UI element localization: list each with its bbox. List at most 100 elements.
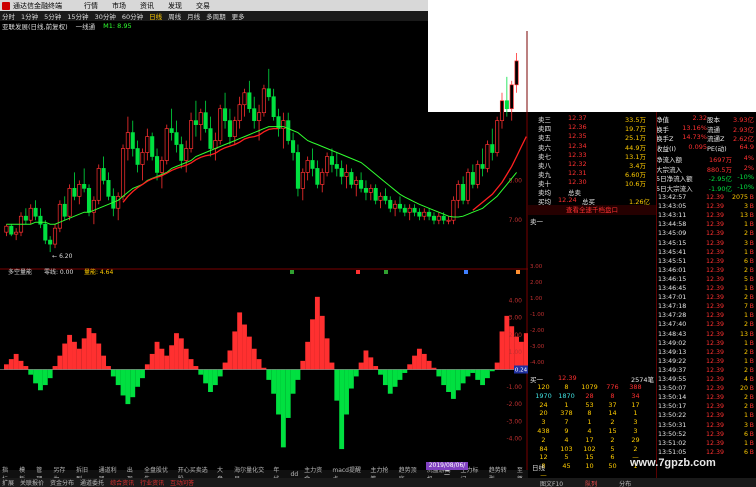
cursor-date-label: 2019/08/06/二 [426, 462, 468, 477]
event-marker-icon[interactable] [356, 270, 360, 274]
candle-body [261, 88, 266, 114]
candle-body [135, 148, 140, 165]
event-marker-icon[interactable] [516, 270, 520, 274]
total-sell-label: 总卖 [568, 189, 581, 197]
tick-volume: 1 [743, 285, 748, 292]
candle-body [514, 60, 519, 86]
menu-item[interactable]: 市场 [112, 1, 126, 11]
queue-cell: 45 [562, 462, 571, 471]
osc-bar [426, 360, 432, 370]
period-tab[interactable]: 月线 [187, 11, 200, 21]
panel-row: 13:47:18 12.39 7 B [658, 303, 756, 312]
full-depth-link[interactable]: 查看全速千档盘口 [528, 205, 656, 215]
period-tab[interactable]: 周线 [168, 11, 181, 21]
tick-side: B [749, 348, 754, 356]
tick-price: 12.39 [705, 376, 724, 383]
queue-cell: 3 [633, 418, 638, 427]
candle-body [456, 184, 461, 201]
tick-side: B [749, 275, 754, 283]
panel-row: 24 1 53 37 17 [532, 401, 656, 410]
kline-chart[interactable]: 7.00 8.00 ← 6.20 多空量能 零线: 0.00 量能: 4.64 4.00 3.… [0, 31, 528, 470]
period-tab[interactable]: 60分钟 [122, 11, 143, 21]
ask-volume: 3.4万 [629, 162, 646, 170]
candle-body [305, 160, 310, 173]
function-tab[interactable]: 资金分布 [50, 478, 74, 487]
queue-cell: 34 [631, 391, 640, 400]
candle-body [48, 239, 53, 245]
function-tab[interactable]: 综合资讯 [110, 478, 134, 487]
stock-label: 亚联发展(日线,前复权) [2, 23, 68, 31]
event-marker-icon[interactable] [464, 270, 468, 274]
period-tab[interactable]: 日线 [149, 11, 162, 21]
ask-level-label: 卖五 [538, 134, 551, 143]
event-marker-icon[interactable] [290, 270, 294, 274]
period-tab[interactable]: 30分钟 [95, 11, 116, 21]
candle-body [101, 168, 106, 181]
menu-item[interactable]: 资讯 [140, 1, 154, 11]
osc-bar [149, 353, 155, 370]
candle-body [315, 168, 320, 185]
queue-axis-label: 1.00 [530, 296, 543, 302]
panel-row: 卖九 12.31 6.60万 [538, 169, 656, 179]
period-tab[interactable]: 多周期 [206, 11, 226, 21]
panel-row: 卖五 12.35 25.1万 [538, 132, 656, 143]
tick-side: B [749, 212, 754, 220]
candle-body [33, 207, 38, 217]
indicator-tab[interactable]: dd [291, 471, 299, 478]
candle-body [208, 128, 213, 149]
candle-body [368, 188, 373, 193]
osc-bar [76, 348, 82, 370]
tick-price: 12.39 [705, 412, 724, 420]
candle-body [14, 231, 19, 235]
finance-value: 0.095 [688, 142, 707, 151]
tick-volume: 1 [743, 221, 748, 229]
panel-row: 120 8 1079 776 388 [532, 383, 656, 392]
right-tab[interactable]: 分布 [619, 479, 631, 487]
occlusion-box [285, 232, 472, 255]
tick-volume: 2 [743, 394, 748, 402]
menu-item[interactable]: 交易 [196, 1, 210, 11]
function-tab[interactable]: 互动问答 [170, 478, 194, 487]
panel-row: 13:47:40 12.39 2 B [658, 321, 756, 330]
queue-cell: 37 [608, 400, 617, 409]
osc-bar [407, 364, 413, 370]
tick-side: B [749, 285, 754, 292]
function-tab[interactable]: 关联报价 [20, 478, 44, 487]
osc-bar [203, 369, 209, 384]
tick-price: 12.39 [705, 421, 724, 429]
period-tab[interactable]: 1分钟 [21, 11, 38, 21]
right-tab[interactable]: 队列 [585, 479, 597, 487]
function-tab[interactable]: 通道委托 [80, 478, 104, 487]
candle-body [320, 172, 325, 185]
tick-time: 13:45:51 [658, 257, 687, 265]
candle-body [218, 108, 223, 141]
period-tab[interactable]: 更多 [232, 11, 245, 21]
queue-cell: 102 [583, 444, 596, 453]
period-tab[interactable]: 分时 [2, 11, 15, 21]
function-tab[interactable]: 扩展 [2, 478, 14, 487]
indicator-name[interactable]: 一线通 [76, 21, 96, 31]
ask-level-label: 卖三 [538, 116, 551, 124]
tick-time: 13:42:57 [658, 194, 687, 201]
function-tab[interactable]: 行业资讯 [140, 478, 164, 487]
osc-tick-label: 2.00 [509, 332, 523, 339]
period-tab[interactable]: 15分钟 [67, 11, 88, 21]
osc-bar [446, 369, 451, 392]
candle-body [412, 207, 417, 213]
period-tab[interactable]: 5分钟 [44, 11, 61, 21]
menu-item[interactable]: 发现 [168, 1, 182, 11]
candle-body [145, 136, 150, 153]
right-tabs: 图文F10 队列 分布 [540, 479, 631, 487]
menu-item[interactable]: 行情 [84, 1, 98, 11]
tick-volume: 13 [739, 212, 748, 220]
osc-bar [460, 369, 466, 384]
panel-row: 13:46:15 12.39 5 B [658, 276, 756, 285]
candle-body [4, 225, 9, 233]
tick-volume: 2 [743, 403, 748, 411]
tick-side: B [749, 248, 754, 256]
right-tab[interactable]: 图文F10 [540, 479, 563, 487]
event-marker-icon[interactable] [384, 270, 388, 274]
panel-row: 13:50:31 12.39 3 B [658, 422, 756, 431]
osc-bar [52, 366, 58, 370]
candle-body [495, 120, 500, 153]
